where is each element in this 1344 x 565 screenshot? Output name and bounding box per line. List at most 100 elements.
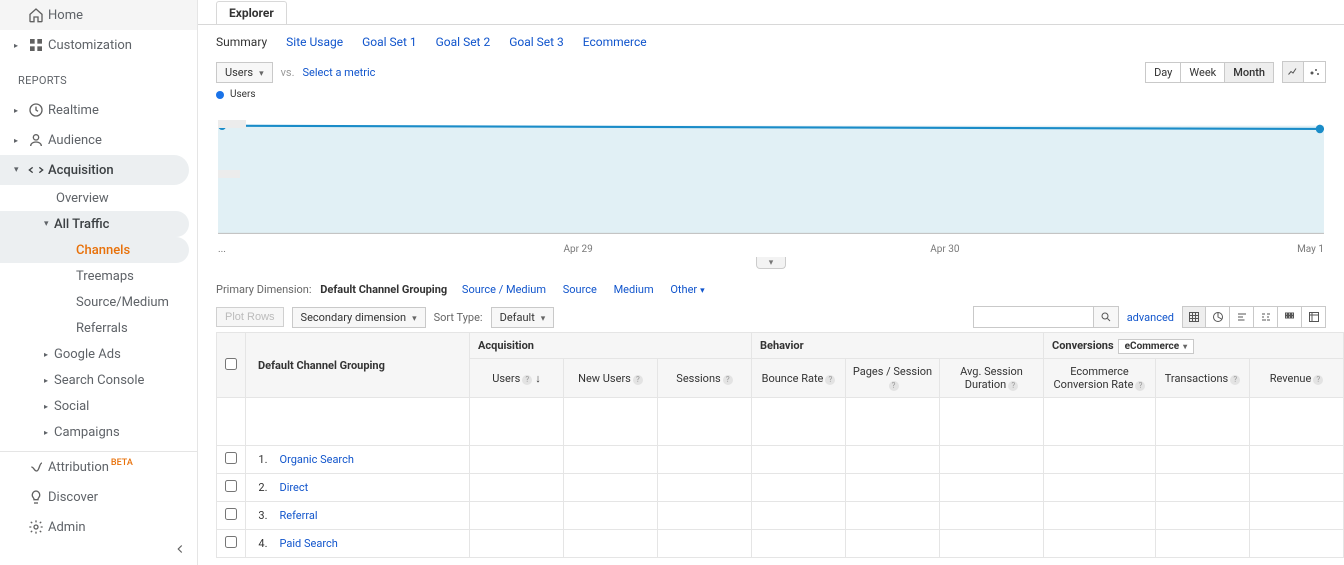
nav-discover[interactable]: Discover — [0, 482, 197, 512]
conversions-select[interactable]: eCommerce — [1118, 339, 1195, 354]
dim-source[interactable]: Source — [563, 283, 597, 296]
select-second-metric[interactable]: Select a metric — [303, 66, 376, 79]
help-icon[interactable]: ? — [825, 375, 835, 385]
table-row: 2. Direct — [217, 474, 1344, 502]
nav-admin[interactable]: Admin — [0, 512, 197, 542]
subtab-goal1[interactable]: Goal Set 1 — [362, 35, 417, 49]
help-icon[interactable]: ? — [889, 381, 899, 391]
acq-referrals[interactable]: Referrals — [0, 315, 197, 341]
dim-other[interactable]: Other — [670, 283, 704, 296]
col-rev-label: Revenue — [1270, 372, 1312, 385]
view-table-icon[interactable] — [1182, 306, 1206, 328]
acq-referrals-label: Referrals — [76, 321, 128, 336]
help-icon[interactable]: ? — [633, 375, 643, 385]
col-bounce[interactable]: Bounce Rate? — [752, 359, 846, 398]
view-pivot-icon[interactable] — [1302, 306, 1326, 328]
row-index: 2. — [246, 474, 274, 502]
subtab-goal3[interactable]: Goal Set 3 — [509, 35, 564, 49]
table-search-input[interactable] — [973, 306, 1093, 328]
table-search-button[interactable] — [1093, 306, 1119, 328]
col-asd[interactable]: Avg. Session Duration? — [940, 359, 1044, 398]
col-new-users[interactable]: New Users? — [564, 359, 658, 398]
chart-type-group — [1282, 61, 1326, 83]
acq-treemaps[interactable]: Treemaps — [0, 263, 197, 289]
col-ecr[interactable]: Ecommerce Conversion Rate? — [1044, 359, 1156, 398]
row-checkbox[interactable] — [225, 536, 237, 548]
gran-day[interactable]: Day — [1145, 62, 1181, 83]
row-checkbox[interactable] — [225, 452, 237, 464]
gran-month[interactable]: Month — [1225, 62, 1274, 83]
table-controls: Plot Rows Secondary dimension Sort Type:… — [198, 302, 1344, 332]
row-checkbox[interactable] — [225, 480, 237, 492]
audience-icon — [24, 132, 48, 148]
col-pps[interactable]: Pages / Session? — [846, 359, 940, 398]
chart-motion-icon[interactable] — [1304, 61, 1326, 83]
plot-rows-button[interactable]: Plot Rows — [216, 307, 284, 327]
acq-google-ads[interactable]: Google Ads — [0, 341, 197, 367]
row-index: 3. — [246, 502, 274, 530]
advanced-link[interactable]: advanced — [1127, 311, 1174, 324]
subtab-summary[interactable]: Summary — [216, 35, 267, 49]
nav-audience[interactable]: Audience — [0, 125, 197, 155]
nav-home[interactable]: Home — [0, 0, 197, 30]
help-icon[interactable]: ? — [1008, 381, 1018, 391]
col-trans[interactable]: Transactions? — [1156, 359, 1250, 398]
help-icon[interactable]: ? — [723, 375, 733, 385]
dim-medium[interactable]: Medium — [614, 283, 654, 296]
table-row: 1.Organic Search — [217, 446, 1344, 474]
subtab-site-usage[interactable]: Site Usage — [286, 35, 343, 49]
nav-customization[interactable]: Customization — [0, 30, 197, 60]
acq-search-console[interactable]: Search Console — [0, 367, 197, 393]
help-icon[interactable]: ? — [1135, 381, 1145, 391]
chart-legend: Users — [216, 89, 1326, 100]
explorer-tab-label: Explorer — [229, 6, 274, 20]
beta-badge: BETA — [111, 458, 133, 468]
sort-type-select[interactable]: Default — [491, 307, 555, 328]
col-users[interactable]: Users?↓ — [470, 359, 564, 398]
col-rev[interactable]: Revenue? — [1250, 359, 1344, 398]
dim-default-channel[interactable]: Default Channel Grouping — [320, 283, 447, 296]
view-comparison-icon[interactable] — [1254, 306, 1278, 328]
channel-link[interactable]: Organic Search — [280, 453, 354, 466]
select-all-checkbox[interactable] — [225, 358, 237, 370]
collapse-sidebar-icon[interactable] — [173, 542, 187, 559]
attribution-icon — [24, 459, 48, 475]
subtab-goal2[interactable]: Goal Set 2 — [436, 35, 491, 49]
acq-overview[interactable]: Overview — [0, 185, 197, 211]
help-icon[interactable]: ? — [1230, 375, 1240, 385]
acq-channels[interactable]: Channels — [0, 237, 189, 263]
secondary-dimension[interactable]: Secondary dimension — [292, 307, 426, 328]
view-pie-icon[interactable] — [1206, 306, 1230, 328]
metric-selector-label: Users — [225, 66, 253, 79]
row-checkbox[interactable] — [225, 508, 237, 520]
metric-selector[interactable]: Users — [216, 62, 273, 83]
col-sessions[interactable]: Sessions? — [658, 359, 752, 398]
nav-attribution-label: Attribution — [48, 460, 109, 475]
x-tick-0: ... — [218, 244, 226, 255]
chart-line-icon[interactable] — [1282, 61, 1304, 83]
clock-icon — [24, 102, 48, 118]
help-icon[interactable]: ? — [1313, 375, 1323, 385]
acq-all-traffic[interactable]: All Traffic — [0, 211, 189, 237]
acq-campaigns[interactable]: Campaigns — [0, 419, 197, 445]
expand-chart-down-icon[interactable]: ▾ — [756, 257, 786, 269]
nav-realtime[interactable]: Realtime — [0, 95, 197, 125]
help-icon[interactable]: ? — [522, 375, 532, 385]
gran-week[interactable]: Week — [1181, 62, 1225, 83]
channel-link[interactable]: Paid Search — [280, 537, 338, 550]
view-bar-icon[interactable] — [1230, 306, 1254, 328]
channel-link[interactable]: Direct — [280, 481, 309, 494]
nav-attribution[interactable]: Attribution BETA — [0, 452, 197, 482]
channel-link[interactable]: Referral — [280, 509, 318, 522]
explorer-tab[interactable]: Explorer — [216, 1, 287, 24]
view-cloud-icon[interactable] — [1278, 306, 1302, 328]
nav-acquisition-label: Acquisition — [48, 163, 114, 178]
acq-search-console-label: Search Console — [54, 373, 144, 388]
chart-canvas[interactable] — [216, 102, 1326, 242]
subtab-ecommerce[interactable]: Ecommerce — [583, 35, 647, 49]
acq-social[interactable]: Social — [0, 393, 197, 419]
dim-source-medium[interactable]: Source / Medium — [462, 283, 546, 296]
acq-source-medium[interactable]: Source/Medium — [0, 289, 197, 315]
nav-acquisition[interactable]: Acquisition — [0, 155, 189, 185]
acq-treemaps-label: Treemaps — [76, 269, 134, 284]
